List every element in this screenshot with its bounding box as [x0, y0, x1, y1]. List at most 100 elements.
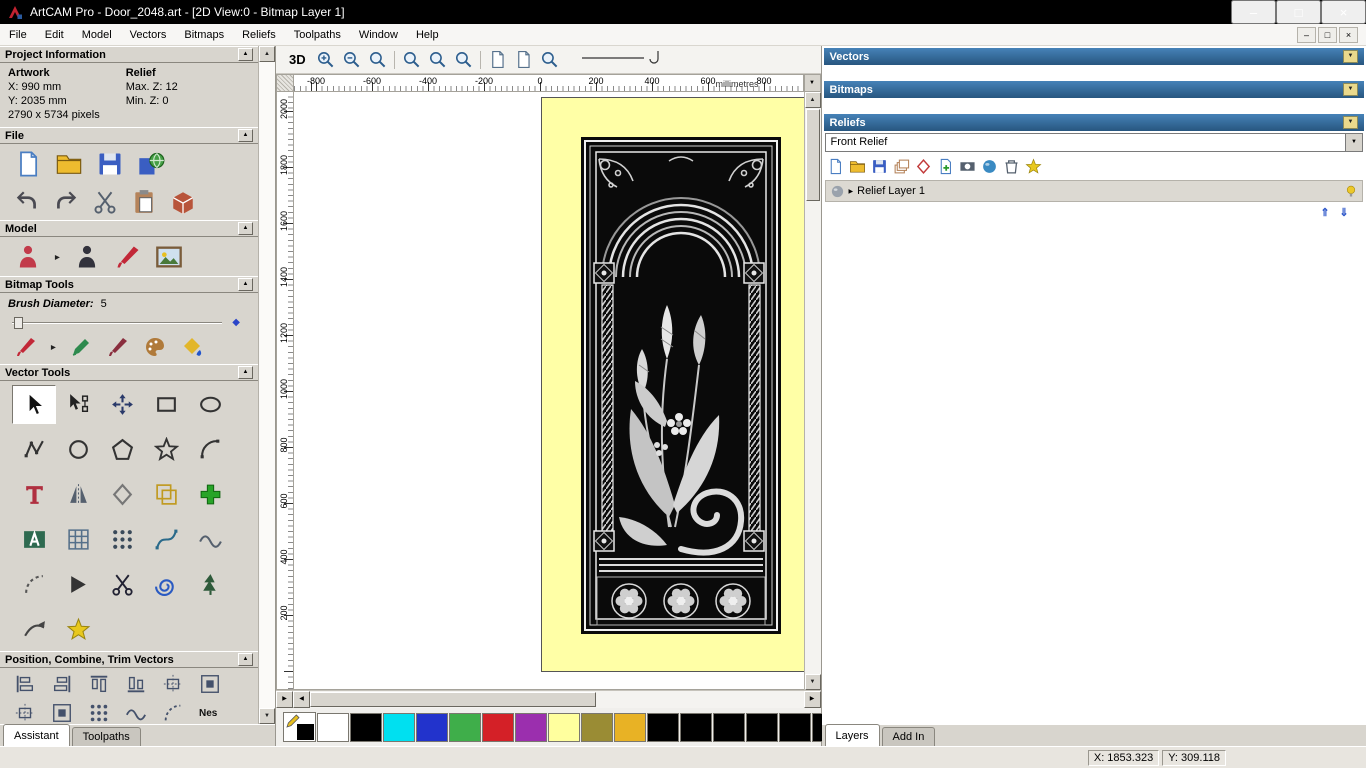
layer-expand-arrow[interactable]: ▶	[849, 188, 854, 195]
zoom-previous-icon[interactable]	[454, 50, 473, 69]
new-relief-icon[interactable]	[827, 158, 844, 175]
paint-icon[interactable]	[14, 335, 38, 359]
redo-icon[interactable]	[53, 189, 79, 215]
create-circle-icon[interactable]	[56, 430, 100, 469]
combo-dropdown-button[interactable]: ▼	[1345, 134, 1362, 151]
greyscale-model-icon[interactable]	[14, 243, 42, 271]
offset-vectors-icon[interactable]	[144, 475, 188, 514]
bitmaps-toggle-button[interactable]: ▼	[1343, 83, 1358, 96]
palette-colour-9[interactable]	[614, 712, 646, 742]
reliefs-toggle-button[interactable]: ▼	[1343, 116, 1358, 129]
scroll-down-arrow[interactable]: ▼	[804, 674, 821, 690]
block-copy-icon[interactable]	[100, 520, 144, 559]
nesting-tree-icon[interactable]	[188, 565, 232, 604]
horizontal-scroll-thumb[interactable]	[310, 692, 597, 707]
zoom-selected-icon[interactable]	[540, 50, 559, 69]
palette-colour-5[interactable]	[482, 712, 514, 742]
draw-icon[interactable]	[69, 335, 93, 359]
primary-colour-swatch[interactable]	[283, 712, 316, 742]
move-origin-icon[interactable]	[14, 702, 36, 724]
align-bottom-icon[interactable]	[125, 673, 147, 695]
snap-guides-page-icon[interactable]	[514, 50, 533, 69]
palette-colour-0[interactable]	[317, 712, 349, 742]
slider-track[interactable]	[12, 322, 222, 324]
relief-wizard-icon[interactable]	[1025, 158, 1042, 175]
mdi-restore-button[interactable]: □	[1318, 26, 1337, 43]
section-profile-icon[interactable]	[12, 610, 56, 649]
ruler-units-dropdown-button[interactable]: ▼	[803, 74, 821, 92]
measure-icon[interactable]	[162, 702, 184, 724]
open-model-icon[interactable]	[55, 150, 83, 178]
transform-vectors-icon[interactable]	[100, 385, 144, 424]
smooth-relief-icon[interactable]	[981, 158, 998, 175]
maximize-button[interactable]: □	[1276, 0, 1321, 24]
tab-toolpaths[interactable]: Toolpaths	[71, 727, 141, 746]
nesting-icon[interactable]: Nes	[199, 708, 217, 719]
palette-colour-4[interactable]	[449, 712, 481, 742]
collapse-model-button[interactable]: ▲	[238, 222, 253, 235]
create-text-icon[interactable]	[12, 475, 56, 514]
scroll-left-arrow[interactable]: ◀	[293, 691, 310, 708]
select-vectors-icon[interactable]	[12, 385, 56, 424]
menu-vectors[interactable]: Vectors	[121, 26, 176, 44]
flood-fill-icon[interactable]	[180, 335, 204, 359]
relief-select-combo[interactable]: Front Relief ▼	[824, 133, 1363, 152]
zoom-in-icon[interactable]	[316, 50, 335, 69]
new-layer-icon[interactable]	[937, 158, 954, 175]
palette-colour-2[interactable]	[383, 712, 415, 742]
colour-palette-icon[interactable]	[143, 335, 167, 359]
mirror-vectors-icon[interactable]	[56, 475, 100, 514]
menu-bitmaps[interactable]: Bitmaps	[175, 26, 233, 44]
palette-colour-12[interactable]	[713, 712, 745, 742]
relief-layer-item[interactable]: ▶ Relief Layer 1	[824, 180, 1363, 202]
zoom-out-icon[interactable]	[342, 50, 361, 69]
paste-along-curve-icon[interactable]	[125, 702, 147, 724]
text-block-icon[interactable]	[12, 520, 56, 559]
create-arc-icon[interactable]	[188, 430, 232, 469]
snap-grid-page-icon[interactable]	[488, 50, 507, 69]
horizontal-scrollbar[interactable]: ▶ ◀ ▶	[276, 690, 821, 708]
vertical-scroll-thumb[interactable]	[805, 109, 820, 201]
import-icon[interactable]	[170, 189, 196, 215]
menu-model[interactable]: Model	[73, 26, 121, 44]
create-freeform-icon[interactable]	[100, 475, 144, 514]
move-layer-down-button[interactable]: ⇓	[1336, 206, 1352, 220]
relief-clipart-icon[interactable]	[959, 158, 976, 175]
palette-colour-3[interactable]	[416, 712, 448, 742]
menu-window[interactable]: Window	[350, 26, 407, 44]
paste-special-icon[interactable]	[188, 475, 232, 514]
mdi-minimize-button[interactable]: –	[1297, 26, 1316, 43]
align-top-icon[interactable]	[88, 673, 110, 695]
line-tool-preview[interactable]	[580, 48, 672, 71]
switch-3d-view-button[interactable]: 3D	[286, 52, 309, 67]
vectors-toggle-button[interactable]: ▼	[1343, 50, 1358, 63]
scroll-up-button[interactable]: ▲	[259, 46, 275, 62]
load-picture-icon[interactable]	[155, 243, 183, 271]
palette-colour-11[interactable]	[680, 712, 712, 742]
palette-colour-1[interactable]	[350, 712, 382, 742]
menu-reliefs[interactable]: Reliefs	[233, 26, 285, 44]
palette-colour-14[interactable]	[779, 712, 811, 742]
collapse-project-info-button[interactable]: ▲	[238, 48, 253, 61]
menu-file[interactable]: File	[0, 26, 36, 44]
zoom-window-icon[interactable]	[368, 50, 387, 69]
wrap-vectors-icon[interactable]	[56, 565, 100, 604]
collapse-position-button[interactable]: ▲	[238, 653, 253, 666]
palette-colour-8[interactable]	[581, 712, 613, 742]
menu-toolpaths[interactable]: Toolpaths	[285, 26, 350, 44]
tab-add-in[interactable]: Add In	[881, 727, 936, 746]
align-left-icon[interactable]	[14, 673, 36, 695]
minimize-button[interactable]: –	[1231, 0, 1276, 24]
cut-icon[interactable]	[92, 189, 118, 215]
paint-selective-icon[interactable]	[106, 335, 130, 359]
palette-colour-7[interactable]	[548, 712, 580, 742]
smooth-curve-icon[interactable]	[188, 520, 232, 559]
delete-layer-icon[interactable]	[1003, 158, 1020, 175]
paste-in-grid-icon[interactable]	[56, 520, 100, 559]
trim-vectors-icon[interactable]	[100, 565, 144, 604]
vector-doctor-icon[interactable]	[56, 610, 100, 649]
pan-button[interactable]: ▶	[276, 691, 293, 708]
vertical-scrollbar[interactable]: ▲ ▼	[803, 92, 821, 690]
slider-handle[interactable]	[14, 317, 23, 329]
extrude-icon[interactable]	[144, 565, 188, 604]
